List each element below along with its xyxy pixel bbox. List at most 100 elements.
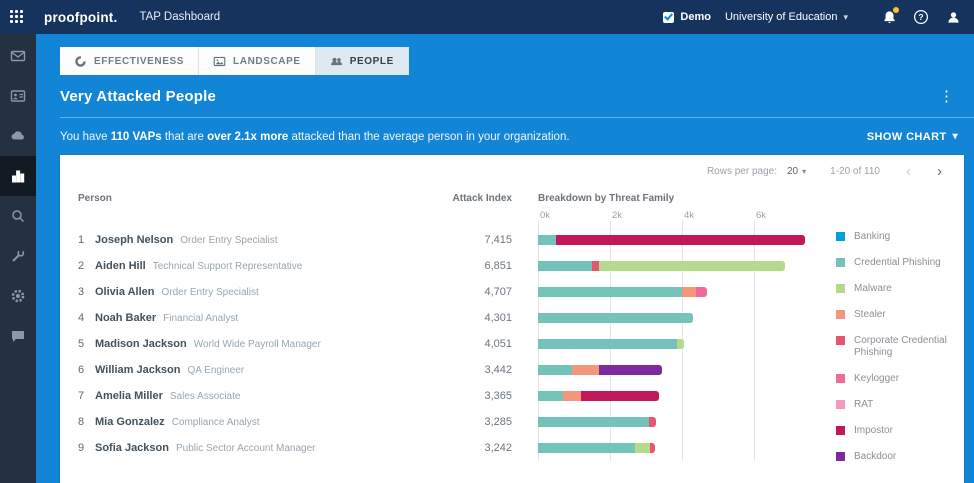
legend-item-stealer[interactable]: Stealer — [836, 309, 954, 321]
bar-segment-credential-phishing[interactable] — [538, 235, 556, 245]
person-role: World Wide Payroll Manager — [193, 339, 321, 350]
threat-bar[interactable] — [538, 365, 826, 375]
next-page-button[interactable]: › — [929, 164, 950, 179]
legend-item-backdoor[interactable]: Backdoor — [836, 451, 954, 463]
table-row[interactable]: 3 Olivia Allen Order Entry Specialist 4,… — [60, 279, 832, 305]
bar-segment-credential-phishing[interactable] — [538, 443, 636, 453]
legend-label: Keylogger — [854, 373, 900, 384]
sidebar-item-search[interactable] — [0, 196, 36, 236]
person-rank: 5 — [78, 338, 85, 350]
legend-item-credential-phishing[interactable]: Credential Phishing — [836, 257, 954, 269]
legend-item-corporate-credential-phishing[interactable]: Corporate Credential Phishing — [836, 335, 954, 359]
bar-segment-credential-phishing[interactable] — [538, 261, 592, 271]
sidebar-item-settings[interactable] — [0, 276, 36, 316]
bar-segment-backdoor[interactable] — [599, 365, 662, 375]
sidebar-item-tools[interactable] — [0, 236, 36, 276]
vap-table-card: Rows per page: 20 ▾ 1-20 of 110 ‹ › Pers… — [60, 155, 964, 483]
table-row[interactable]: 1 Joseph Nelson Order Entry Specialist 7… — [60, 227, 832, 253]
table-row[interactable]: 2 Aiden Hill Technical Support Represent… — [60, 253, 832, 279]
table-row[interactable]: 4 Noah Baker Financial Analyst 4,301 — [60, 305, 832, 331]
legend-item-keylogger[interactable]: Keylogger — [836, 373, 954, 385]
organization-name[interactable]: University of Education — [725, 11, 838, 23]
landscape-image-icon — [213, 56, 226, 66]
demo-checkbox[interactable]: Demo — [663, 11, 711, 23]
table-row[interactable]: 7 Amelia Miller Sales Associate 3,365 — [60, 383, 832, 409]
person-name: Sofia Jackson — [95, 442, 169, 454]
legend-item-rat[interactable]: RAT — [836, 399, 954, 411]
show-chart-button[interactable]: SHOW CHART ▾ — [867, 131, 958, 143]
page-title: Very Attacked People — [60, 87, 217, 105]
person-role: Financial Analyst — [163, 313, 239, 324]
bar-segment-corporate-credential-phishing[interactable] — [649, 417, 657, 427]
bar-segment-stealer[interactable] — [563, 391, 582, 401]
threat-bar[interactable] — [538, 339, 826, 349]
bar-segment-malware[interactable] — [676, 339, 684, 349]
bar-segment-corporate-credential-phishing[interactable] — [592, 261, 600, 271]
threat-bar[interactable] — [538, 313, 826, 323]
table-row[interactable]: 9 Sofia Jackson Public Sector Account Ma… — [60, 435, 832, 461]
rows-per-page-select[interactable]: 20 ▾ — [787, 166, 806, 177]
panel-header: Very Attacked People ⋮ — [60, 75, 974, 117]
bar-segment-impostor[interactable] — [581, 391, 660, 401]
table-row[interactable]: 8 Mia Gonzalez Compliance Analyst 3,285 — [60, 409, 832, 435]
bar-segment-credential-phishing[interactable] — [538, 339, 677, 349]
legend-swatch — [836, 374, 845, 383]
sidebar-item-mail[interactable] — [0, 36, 36, 76]
wrench-icon — [12, 249, 25, 262]
attack-index-value: 3,242 — [484, 442, 512, 454]
pagination-range: 1-20 of 110 — [830, 165, 880, 177]
bar-segment-stealer[interactable] — [572, 365, 600, 375]
checkbox-checked-icon[interactable] — [663, 11, 675, 23]
bar-segment-credential-phishing[interactable] — [538, 391, 564, 401]
threat-bar[interactable] — [538, 261, 826, 271]
sidebar-item-cloud[interactable] — [0, 116, 36, 156]
axis-tick-4k: 4k — [684, 210, 695, 221]
table-row[interactable]: 5 Madison Jackson World Wide Payroll Man… — [60, 331, 832, 357]
previous-page-button[interactable]: ‹ — [898, 164, 919, 179]
people-icon — [330, 57, 342, 65]
tab-landscape[interactable]: LANDSCAPE — [199, 47, 316, 75]
user-account-icon[interactable] — [944, 8, 962, 26]
bar-segment-impostor[interactable] — [556, 235, 805, 245]
legend-swatch — [836, 310, 845, 319]
sidebar-item-chat[interactable] — [0, 316, 36, 356]
bar-segment-credential-phishing[interactable] — [538, 365, 573, 375]
notifications-bell-icon[interactable] — [880, 6, 900, 26]
notification-badge — [892, 6, 900, 14]
legend-swatch — [836, 452, 845, 461]
vap-multiplier: over 2.1x more — [207, 130, 289, 143]
bar-segment-keylogger[interactable] — [696, 287, 708, 297]
table-row[interactable]: 6 William Jackson QA Engineer 3,442 — [60, 357, 832, 383]
threat-bar[interactable] — [538, 391, 826, 401]
kebab-menu-icon[interactable]: ⋮ — [933, 87, 960, 105]
person-name: Olivia Allen — [95, 286, 155, 298]
sidebar-item-analytics[interactable] — [0, 156, 36, 196]
bar-segment-malware[interactable] — [599, 261, 785, 271]
bar-segment-credential-phishing[interactable] — [538, 313, 693, 323]
legend-item-banking[interactable]: Banking — [836, 231, 954, 243]
help-icon[interactable]: ? — [912, 8, 930, 26]
legend-label: Credential Phishing — [854, 257, 941, 268]
bar-segment-corporate-credential-phishing[interactable] — [649, 443, 655, 453]
org-dropdown-caret-icon[interactable]: ▾ — [843, 12, 848, 23]
tab-effectiveness[interactable]: EFFECTIVENESS — [60, 47, 200, 75]
threat-bar[interactable] — [538, 443, 826, 453]
apps-grid-icon[interactable] — [10, 10, 24, 24]
person-role: Compliance Analyst — [171, 417, 260, 428]
main-area: EFFECTIVENESS LANDSCAPE PEOPLE Very Atta… — [36, 34, 974, 483]
sidebar-item-contacts[interactable] — [0, 76, 36, 116]
threat-bar[interactable] — [538, 287, 826, 297]
threat-bar-cell — [538, 279, 826, 305]
legend-item-impostor[interactable]: Impostor — [836, 425, 954, 437]
chart-axis-row: 0k 2k 4k 6k — [60, 209, 832, 227]
bar-segment-malware[interactable] — [635, 443, 650, 453]
threat-bar[interactable] — [538, 235, 826, 245]
bar-segment-stealer[interactable] — [682, 287, 697, 297]
legend-item-malware[interactable]: Malware — [836, 283, 954, 295]
tab-people[interactable]: PEOPLE — [315, 47, 409, 75]
person-cell: 3 Olivia Allen Order Entry Specialist — [78, 286, 418, 298]
person-role: Order Entry Specialist — [180, 235, 278, 246]
bar-segment-credential-phishing[interactable] — [538, 287, 682, 297]
bar-segment-credential-phishing[interactable] — [538, 417, 650, 427]
threat-bar[interactable] — [538, 417, 826, 427]
